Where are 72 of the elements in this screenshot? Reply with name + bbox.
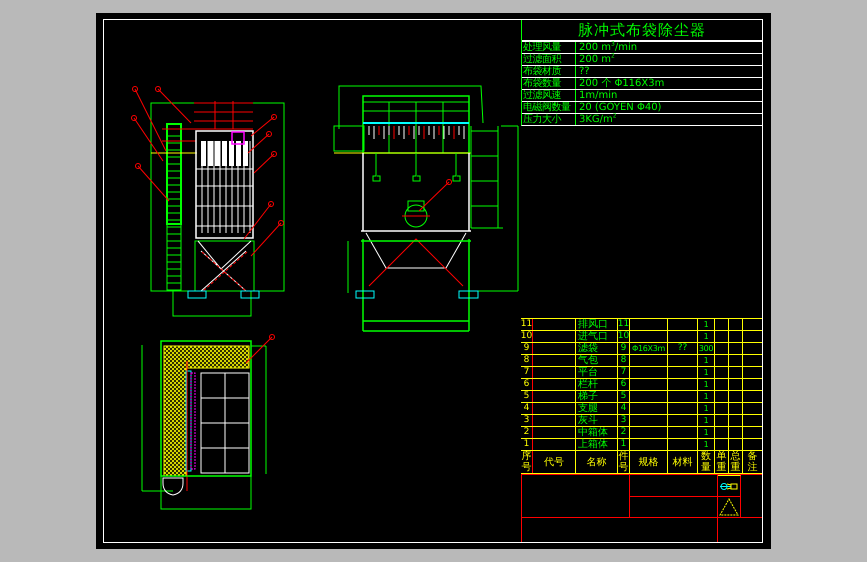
part-name: 排风口 [578,319,608,330]
part-quantity: 1 [704,427,708,438]
part-quantity: 300 [698,343,714,354]
column-header: 规格 [638,456,658,468]
part-quantity: 1 [704,391,708,402]
item-number: 3 [524,415,530,426]
part-name: 梯子 [578,391,598,402]
part-number: 6 [620,379,626,390]
spec-value: 200 m$^{2}$ [578,54,616,65]
column-header: 序号 [522,451,532,473]
spec-label: 布袋数量 [522,78,576,89]
part-number: 4 [620,403,626,414]
part-name: 平台 [578,367,598,378]
spec-value: 20 (GOYEN Φ40) [578,102,662,113]
part-spec: Φ16X3m [632,343,666,354]
spec-value: 200 个 Φ116X3m [578,78,666,89]
part-quantity: 1 [704,319,708,330]
spec-value: 1m/min [578,90,618,101]
item-number: 8 [524,355,530,366]
item-number: 6 [524,379,530,390]
part-name: 气包 [578,355,598,366]
item-number: 11 [520,319,532,330]
column-header: 件号 [618,451,628,473]
part-name: 进气口 [578,331,608,342]
part-quantity: 1 [704,379,708,390]
part-number: 5 [620,391,626,402]
column-header: 名称 [586,456,606,468]
part-quantity: 1 [704,403,708,414]
part-material: ?? [678,343,688,354]
part-number: 11 [618,319,630,330]
column-header: 代号 [544,456,564,468]
part-name: 灰斗 [578,415,598,426]
column-header: 总重 [730,451,740,473]
part-quantity: 1 [704,355,708,366]
spec-value: ?? [578,66,591,77]
spec-label: 电磁阀数量 [522,102,576,113]
item-number: 5 [524,391,530,402]
part-name: 中箱体 [578,427,608,438]
item-number: 2 [524,427,530,438]
part-quantity: 1 [704,367,708,378]
column-header: 材料 [672,456,692,468]
part-name: 滤袋 [578,343,598,354]
item-number: 10 [520,331,532,342]
item-number: 1 [524,439,530,450]
part-quantity: 1 [704,331,708,342]
part-quantity: 1 [704,415,708,426]
spec-label: 过滤面积 [522,54,576,65]
item-number: 7 [524,367,530,378]
part-number: 2 [620,427,626,438]
part-number: 1 [620,439,626,450]
table-title: 脉冲式布袋除尘器 [522,20,762,41]
part-number: 8 [620,355,626,366]
spec-label: 压力大小 [522,114,576,125]
item-number: 9 [524,343,530,354]
part-number: 7 [620,367,626,378]
part-name: 上箱体 [578,439,608,450]
spec-value: 3KG/m$^{2}$ [578,114,618,125]
column-header: 备注 [746,451,758,473]
part-number: 3 [620,415,626,426]
part-name: 支腿 [578,403,598,414]
column-header: 单重 [716,451,726,473]
column-header: 数量 [701,451,711,473]
projection-symbol-icon [720,482,738,490]
spec-value: 200 m$^{3}$/min [578,42,638,53]
spec-label: 过滤风速 [522,90,576,101]
item-number: 4 [524,403,530,414]
part-quantity: 1 [704,439,708,450]
spec-label: 布袋材质 [522,66,576,77]
part-name: 栏杆 [578,379,598,390]
part-number: 10 [618,331,630,342]
spec-label: 处理风量 [522,42,576,53]
part-number: 9 [620,343,626,354]
